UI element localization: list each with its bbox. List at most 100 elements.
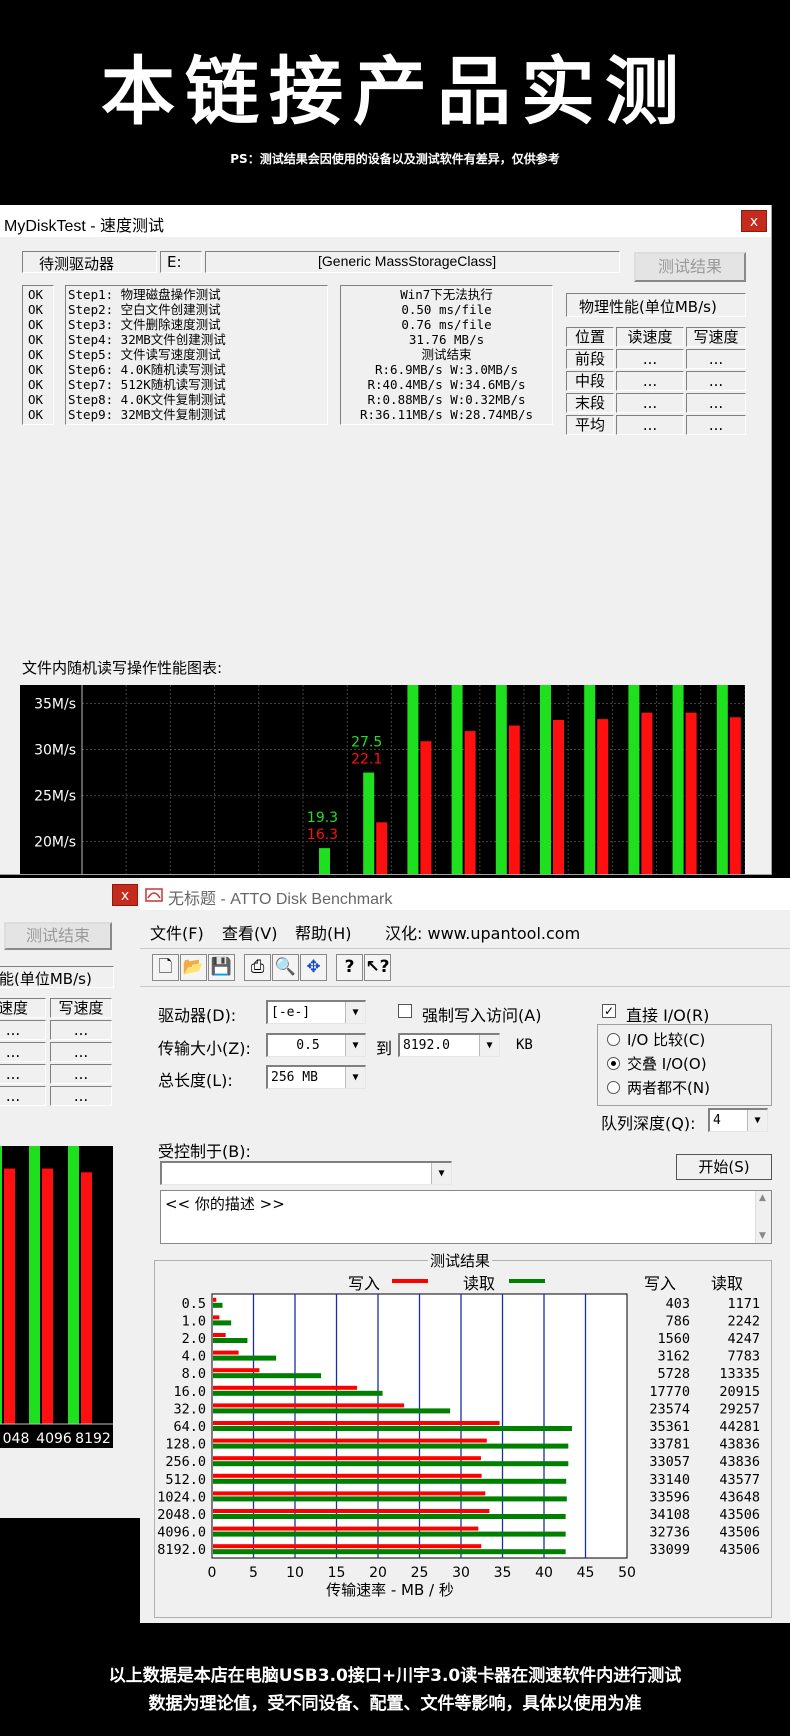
atto-bar-read xyxy=(213,1320,232,1326)
perf-header-box: 物理性能(单位MB/s) xyxy=(566,293,746,317)
drive-letter-box: E: xyxy=(160,251,202,273)
strip-chart: 048 4096 8192 xyxy=(0,1146,113,1448)
strip-close-button[interactable]: x xyxy=(112,884,138,906)
bar-write xyxy=(641,712,653,874)
status-list: OK OK OK OK OK OK OK OK OK xyxy=(28,288,43,424)
queue-depth-select[interactable]: 4 ▼ xyxy=(708,1108,768,1132)
bar-read xyxy=(451,685,463,874)
print-button[interactable]: ⎙ xyxy=(244,954,271,981)
y-tick-label: 20M/s xyxy=(34,835,76,851)
atto-x-tick-label: 0 xyxy=(208,1565,217,1581)
menu-file[interactable]: 文件(F) xyxy=(150,920,204,944)
bar-read xyxy=(407,685,419,874)
atto-bar-read xyxy=(213,1531,566,1537)
perf-read-value: ... xyxy=(616,393,684,413)
move-icon: ✥ xyxy=(306,957,321,977)
y-tick-label: 25M/s xyxy=(34,789,76,805)
atto-bar-write xyxy=(213,1438,487,1443)
bar-read xyxy=(628,685,640,874)
strip-finish-button[interactable]: 测试结束 xyxy=(4,922,112,950)
force-write-label: 强制写入访问(A) xyxy=(422,1006,542,1025)
perf-row-label: 中段 xyxy=(566,371,614,391)
atto-x-tick-label: 20 xyxy=(369,1565,387,1581)
atto-write-value: 1560 xyxy=(657,1331,690,1347)
radio-io-compare-label: I/O 比较(C) xyxy=(627,1031,706,1049)
atto-size-label: 32.0 xyxy=(173,1401,206,1417)
description-text: << 你的描述 >> xyxy=(165,1195,285,1213)
check-icon: ✓ xyxy=(603,1004,615,1018)
whats-this-button[interactable]: ↖? xyxy=(364,954,391,981)
atto-write-value: 33057 xyxy=(649,1454,690,1470)
banner-title: 本链接产品实测 xyxy=(101,49,689,135)
chevron-down-icon: ▼ xyxy=(345,1035,365,1056)
atto-size-label: 512.0 xyxy=(165,1472,206,1488)
footer-line-1: 以上数据是本店在电脑USB3.0接口+川宇3.0读卡器在测速软件内进行测试 xyxy=(108,1666,682,1686)
atto-read-value: 43836 xyxy=(719,1454,760,1470)
atto-x-tick-label: 25 xyxy=(411,1565,429,1581)
strip-write-value: ... xyxy=(50,1020,112,1040)
save-button[interactable]: 💾 xyxy=(208,954,235,981)
speed-chart-svg: 5M/s10M/s15M/s20M/s25M/s30M/s35M/s速/块1.1… xyxy=(34,685,746,874)
new-button[interactable]: 🗋 xyxy=(152,954,179,981)
transfer-size-label: 传输大小(Z): xyxy=(158,1039,251,1058)
atto-bar-read xyxy=(213,1426,572,1431)
close-icon: x xyxy=(120,888,130,904)
atto-size-label: 2048.0 xyxy=(157,1507,206,1523)
bar-read xyxy=(672,685,684,874)
atto-size-label: 8.0 xyxy=(182,1366,206,1382)
scroll-down-icon: ▼ xyxy=(759,1231,766,1241)
transfer-from-select[interactable]: 0.5 ▼ xyxy=(266,1033,366,1057)
menu-help[interactable]: 帮助(H) xyxy=(295,920,352,944)
open-button[interactable]: 📂 xyxy=(180,954,207,981)
drive-select[interactable]: [-e-] ▼ xyxy=(266,1000,366,1024)
atto-bar-read xyxy=(213,1302,223,1308)
finish-button[interactable]: 测试结果 xyxy=(634,252,746,282)
drive-name: [Generic MassStorageClass] xyxy=(318,253,497,269)
description-box[interactable]: << 你的描述 >> ▲ ▼ xyxy=(160,1190,772,1244)
radio-neither-label: 两者都不(N) xyxy=(627,1079,710,1097)
atto-size-label: 256.0 xyxy=(165,1454,206,1470)
start-button[interactable]: 开始(S) xyxy=(676,1154,772,1180)
radio-overlap-io[interactable] xyxy=(607,1057,620,1070)
results-list: Win7下无法执行 0.50 ms/file 0.76 ms/file 31.76 M… xyxy=(341,288,552,424)
atto-bar-write xyxy=(213,1368,260,1373)
bottom-footer: 以上数据是本店在电脑USB3.0接口+川宇3.0读卡器在测速软件内进行测试 数据… xyxy=(0,1623,790,1736)
data-label-write: 16.3 xyxy=(307,827,338,843)
transfer-to-select[interactable]: 8192.0 ▼ xyxy=(398,1033,500,1057)
atto-titlebar[interactable]: 无标题 - ATTO Disk Benchmark xyxy=(140,878,790,910)
move-button[interactable]: ✥ xyxy=(300,954,327,981)
atto-x-tick-label: 50 xyxy=(618,1565,636,1581)
description-scrollbar[interactable]: ▲ ▼ xyxy=(755,1191,771,1243)
strip-bar-read xyxy=(68,1146,79,1424)
atto-read-value: 43836 xyxy=(719,1437,760,1453)
bar-read xyxy=(716,685,728,874)
to-label: 到 xyxy=(376,1039,393,1058)
help-button[interactable]: ? xyxy=(336,954,363,981)
atto-write-value: 5728 xyxy=(657,1366,690,1382)
direct-io-checkbox[interactable]: ✓ xyxy=(602,1004,616,1018)
atto-bar-write xyxy=(213,1456,481,1461)
close-button[interactable]: x xyxy=(741,210,767,232)
status-box: OK OK OK OK OK OK OK OK OK xyxy=(22,285,54,425)
mydisktest-titlebar[interactable]: MyDiskTest - 速度测试 x xyxy=(0,205,771,237)
force-write-checkbox[interactable] xyxy=(398,1004,412,1018)
atto-x-tick-label: 5 xyxy=(249,1565,258,1581)
test-result: R:36.11MB/s W:28.74MB/s xyxy=(359,407,534,422)
drive-label-box: 待测驱动器 xyxy=(22,251,157,273)
y-tick-label: 30M/s xyxy=(34,743,76,759)
menu-view[interactable]: 查看(V) xyxy=(222,920,277,944)
atto-read-value: 43577 xyxy=(719,1472,760,1488)
transfer-to-value: 8192.0 xyxy=(403,1038,450,1053)
atto-read-value: 7783 xyxy=(727,1349,760,1365)
perf-read-value: ... xyxy=(616,415,684,435)
perf-write-value: ... xyxy=(686,371,746,391)
atto-size-label: 0.5 xyxy=(182,1296,206,1312)
total-length-select[interactable]: 256 MB ▼ xyxy=(266,1065,366,1089)
controlled-by-select[interactable]: ▼ xyxy=(160,1161,452,1185)
chevron-down-icon: ▼ xyxy=(431,1163,451,1184)
preview-button[interactable]: 🔍 xyxy=(272,954,299,981)
radio-io-compare[interactable] xyxy=(607,1033,620,1046)
radio-neither[interactable] xyxy=(607,1081,620,1094)
atto-bar-read xyxy=(213,1461,569,1467)
atto-x-tick-label: 35 xyxy=(494,1565,512,1581)
